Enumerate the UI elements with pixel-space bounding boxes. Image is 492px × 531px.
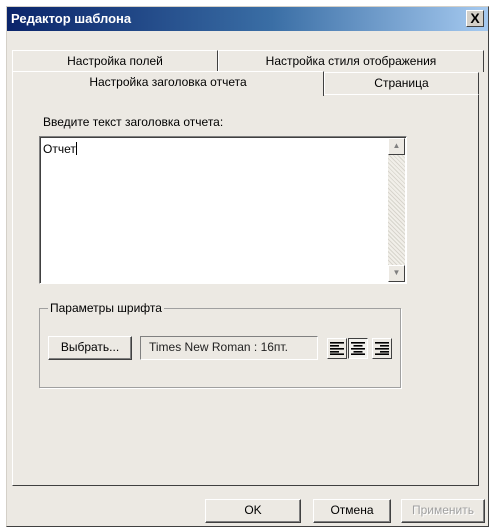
text-caret	[75, 142, 77, 155]
font-settings-group: Параметры шрифта Выбрать... Times New Ro…	[39, 301, 401, 388]
vertical-scrollbar[interactable]: ▲ ▼	[388, 138, 405, 282]
font-value-display: Times New Roman : 16пт.	[140, 336, 318, 360]
align-center-icon	[351, 342, 365, 355]
scroll-up-icon[interactable]: ▲	[388, 138, 405, 155]
align-left-button[interactable]	[327, 338, 347, 359]
apply-button: Применить	[401, 499, 485, 523]
align-left-icon	[330, 342, 344, 355]
align-center-button[interactable]	[348, 338, 368, 359]
title-bar[interactable]: Редактор шаблона X	[7, 7, 488, 31]
tab-field-settings[interactable]: Настройка полей	[12, 50, 218, 72]
align-right-icon	[375, 342, 389, 355]
window-title: Редактор шаблона	[11, 11, 132, 26]
close-button[interactable]: X	[466, 10, 484, 27]
scroll-down-icon[interactable]: ▼	[388, 265, 405, 282]
tab-report-header-settings[interactable]: Настройка заголовка отчета	[12, 71, 324, 96]
tab-panel: Введите текст заголовка отчета: Отчет ▲ …	[12, 94, 479, 486]
ok-button[interactable]: OK	[205, 499, 301, 523]
cancel-button[interactable]: Отмена	[313, 499, 391, 523]
tab-page[interactable]: Страница	[324, 72, 479, 94]
choose-font-button[interactable]: Выбрать...	[48, 336, 132, 360]
align-right-button[interactable]	[372, 338, 392, 359]
header-text-prompt-label: Введите текст заголовка отчета:	[43, 115, 224, 129]
template-editor-dialog: Редактор шаблона X Настройка полей Настр…	[6, 6, 489, 527]
header-text-value: Отчет	[43, 142, 77, 156]
font-settings-group-title: Параметры шрифта	[48, 301, 164, 315]
dialog-button-bar: OK Отмена Применить	[7, 490, 488, 526]
header-text-area[interactable]: Отчет ▲ ▼	[39, 136, 407, 284]
tab-display-style-settings[interactable]: Настройка стиля отображения	[218, 50, 484, 72]
